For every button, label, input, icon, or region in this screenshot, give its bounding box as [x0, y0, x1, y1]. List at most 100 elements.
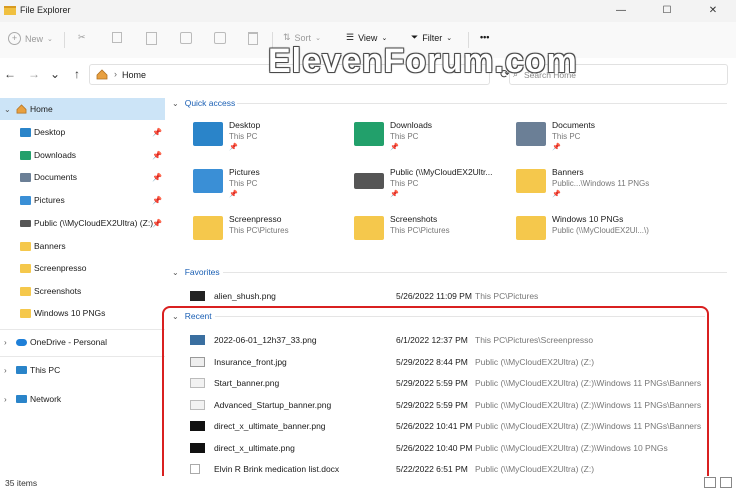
folder-icon — [20, 263, 31, 273]
downloads-folder-icon — [20, 150, 31, 160]
forward-button[interactable]: → — [26, 67, 42, 81]
tile-location: This PC — [552, 132, 581, 141]
sidebar-item-downloads[interactable]: Downloads 📌 — [0, 144, 165, 166]
tile-location: This PC\Pictures — [390, 226, 450, 235]
tile-name: Documents — [552, 120, 595, 130]
copy-button[interactable] — [112, 32, 122, 43]
section-divider — [223, 272, 727, 273]
network-drive-icon — [354, 173, 384, 189]
file-date: 5/26/2022 11:09 PM — [396, 291, 472, 301]
paste-button[interactable] — [146, 32, 157, 45]
quick-access-tile[interactable]: Documents This PC 📌 — [516, 118, 676, 162]
sidebar-divider — [0, 329, 165, 330]
pin-icon: 📌 — [152, 195, 162, 205]
share-button[interactable] — [214, 32, 226, 44]
tile-location: This PC — [229, 179, 258, 188]
image-file-icon — [190, 291, 205, 301]
favorites-header[interactable]: ⌄ Favorites — [172, 267, 220, 277]
tiles-view-icon[interactable] — [720, 477, 732, 488]
quick-access-tile[interactable]: Screenpresso This PC\Pictures — [193, 212, 353, 256]
pin-icon: 📌 — [390, 191, 399, 198]
quick-access-tile[interactable]: Downloads This PC 📌 — [354, 118, 514, 162]
quick-access-tile[interactable]: Public (\\MyCloudEX2Ultr... This PC 📌 — [354, 165, 514, 209]
chevron-down-icon: ⌄ — [47, 35, 53, 43]
plus-icon: + — [8, 32, 21, 45]
quick-access-header[interactable]: ⌄ Quick access — [172, 98, 235, 108]
copy-icon — [112, 32, 122, 43]
folder-icon — [516, 169, 546, 193]
quick-access-tile[interactable]: Windows 10 PNGs Public (\\MyCloudEX2Ul..… — [516, 212, 676, 256]
sidebar-item-label: Pictures — [34, 195, 65, 205]
cut-button[interactable]: ✂ — [78, 32, 90, 44]
sidebar-item-public-drive[interactable]: Public (\\MyCloudEX2Ultra) (Z:) 📌 — [0, 212, 165, 234]
documents-folder-icon — [20, 172, 31, 182]
new-label: New — [25, 33, 44, 44]
new-button[interactable]: + New ⌄ — [8, 32, 53, 45]
desktop-folder-icon — [193, 122, 223, 146]
onedrive-icon — [16, 338, 27, 346]
sidebar-item-screenpresso[interactable]: Screenpresso — [0, 257, 165, 279]
network-icon — [16, 395, 27, 403]
favorite-row[interactable]: alien_shush.png 5/26/2022 11:09 PM This … — [190, 286, 720, 307]
quick-access-tile[interactable]: Screenshots This PC\Pictures — [354, 212, 514, 256]
sidebar-item-label: Downloads — [34, 150, 77, 160]
pin-icon: 📌 — [229, 191, 238, 198]
breadcrumb-separator: › — [114, 69, 117, 79]
pin-icon: 📌 — [229, 144, 238, 151]
tile-name: Screenpresso — [229, 214, 282, 224]
rename-icon — [180, 32, 192, 44]
see-more-button[interactable]: ••• — [480, 32, 489, 42]
sidebar-item-label: OneDrive - Personal — [30, 337, 108, 347]
quick-access-title: Quick access — [184, 98, 236, 108]
sidebar-item-desktop[interactable]: Desktop 📌 — [0, 121, 165, 143]
chevron-down-icon: ⌄ — [172, 267, 179, 277]
rename-button[interactable] — [180, 32, 192, 44]
tile-name: Banners — [552, 167, 584, 177]
folder-icon — [20, 286, 31, 296]
up-button[interactable]: ↑ — [69, 67, 85, 81]
details-view-icon[interactable] — [704, 477, 716, 488]
folder-icon — [354, 216, 384, 240]
pictures-folder-icon — [193, 169, 223, 193]
sidebar-divider — [0, 356, 165, 357]
sidebar-item-documents[interactable]: Documents 📌 — [0, 166, 165, 188]
sidebar-item-label: Screenshots — [34, 286, 82, 296]
file-name: alien_shush.png — [214, 291, 276, 301]
chevron-down-icon: ⌄ — [446, 34, 453, 42]
tile-location: Public...\Windows 11 PNGs — [552, 179, 650, 188]
sidebar-item-network[interactable]: › Network — [0, 388, 165, 410]
chevron-right-icon: › — [4, 365, 7, 375]
documents-folder-icon — [516, 122, 546, 146]
sidebar-item-windows10pngs[interactable]: Windows 10 PNGs — [0, 302, 165, 324]
delete-button[interactable] — [248, 32, 258, 45]
sidebar-item-pictures[interactable]: Pictures 📌 — [0, 189, 165, 211]
status-bar: 35 items — [0, 476, 736, 491]
tile-name: Downloads — [390, 120, 433, 130]
window-title: File Explorer — [20, 5, 71, 15]
sidebar-item-banners[interactable]: Banners — [0, 235, 165, 257]
quick-access-tile[interactable]: Desktop This PC 📌 — [193, 118, 353, 162]
recent-locations-button[interactable]: ⌄ — [47, 67, 63, 81]
sidebar-item-label: Network — [30, 394, 62, 404]
sidebar-item-home[interactable]: ⌄ Home — [0, 98, 165, 120]
sidebar-item-label: Windows 10 PNGs — [34, 308, 106, 318]
folder-icon — [20, 241, 31, 251]
sidebar-item-onedrive[interactable]: › OneDrive - Personal — [0, 331, 165, 353]
sidebar-item-screenshots[interactable]: Screenshots — [0, 280, 165, 302]
chevron-right-icon: › — [4, 394, 7, 404]
maximize-button[interactable]: ☐ — [644, 0, 690, 22]
quick-access-tile[interactable]: Banners Public...\Windows 11 PNGs 📌 — [516, 165, 676, 209]
tile-name: Public (\\MyCloudEX2Ultr... — [390, 167, 493, 177]
folder-icon — [193, 216, 223, 240]
chevron-right-icon: › — [4, 337, 7, 347]
close-button[interactable]: ✕ — [690, 0, 736, 22]
quick-access-tile[interactable]: Pictures This PC 📌 — [193, 165, 353, 209]
breadcrumb-home[interactable]: Home — [122, 70, 146, 80]
back-button[interactable]: ← — [2, 67, 18, 81]
minimize-button[interactable]: — — [598, 0, 644, 22]
sidebar-item-label: Desktop — [34, 127, 66, 137]
chevron-down-icon: ⌄ — [315, 34, 321, 42]
sidebar-item-this-pc[interactable]: › This PC — [0, 359, 165, 381]
sidebar-item-label: Documents — [34, 172, 77, 182]
tile-location: This PC — [229, 132, 258, 141]
